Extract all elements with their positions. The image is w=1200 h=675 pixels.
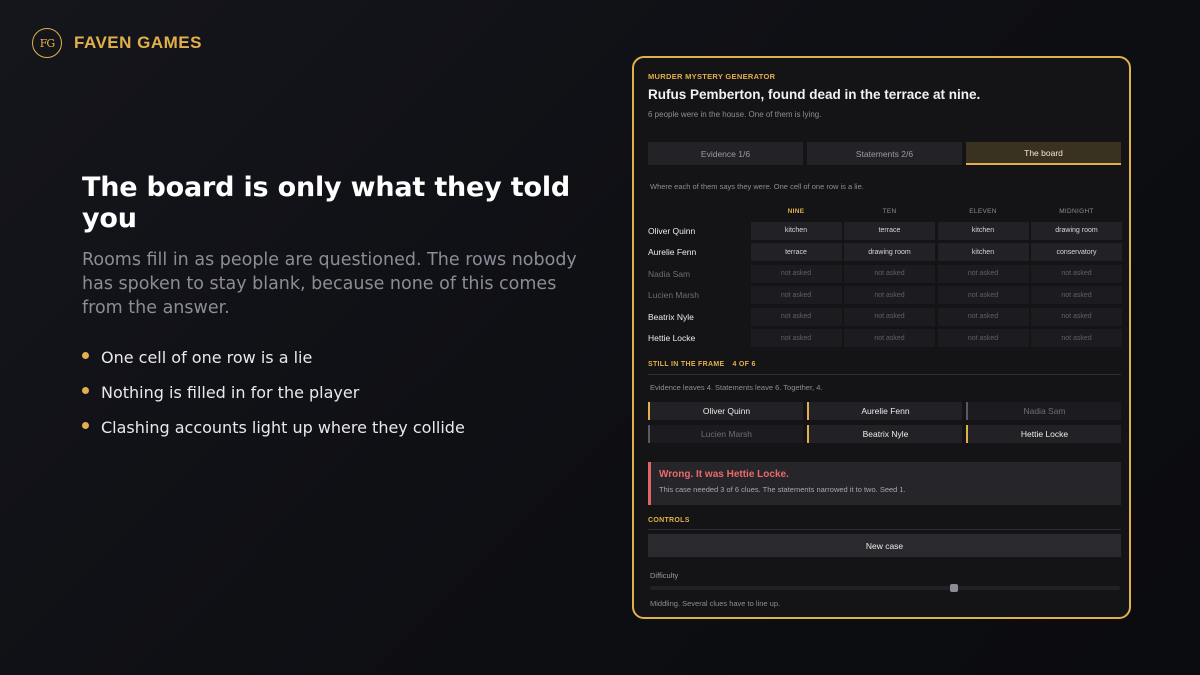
row-person-name: Nadia Sam — [648, 268, 691, 279]
board-row: Beatrix Nyle not asked not asked not ask… — [648, 307, 1122, 326]
board-cell[interactable]: drawing room — [844, 243, 935, 261]
frame-heading-label: STILL IN THE FRAME — [648, 361, 725, 368]
bullet-dot-icon — [82, 387, 89, 394]
suspect-button[interactable]: Oliver Quinn — [648, 402, 803, 420]
difficulty-slider[interactable] — [650, 584, 1120, 592]
board-cell[interactable]: terrace — [844, 221, 935, 240]
column-header: TEN — [882, 207, 897, 215]
case-title: Rufus Pemberton, found dead in the terra… — [648, 87, 981, 102]
verdict-title: Wrong. It was Hettie Locke. — [659, 469, 789, 480]
board-row: Hettie Locke not asked not asked not ask… — [648, 329, 1122, 347]
suspect-button[interactable]: Hettie Locke — [966, 425, 1121, 443]
board-cell[interactable]: not asked — [844, 307, 935, 326]
row-person-name: Hettie Locke — [648, 333, 696, 343]
board-cell[interactable]: kitchen — [937, 243, 1029, 261]
suspect-grid: Oliver Quinn Aurelie Fenn Nadia Sam Luci… — [648, 402, 1121, 443]
board-cell[interactable]: not asked — [937, 329, 1029, 347]
board-row: Oliver Quinn kitchen terrace kitchen dra… — [648, 221, 1122, 240]
faven-games-logo-icon: FG — [32, 28, 62, 58]
board-cell[interactable]: not asked — [750, 264, 842, 283]
app-eyebrow: MURDER MYSTERY GENERATOR — [648, 72, 776, 81]
tab-bar: Evidence 1/6 Statements 2/6 The board — [648, 142, 1121, 165]
row-person-name: Beatrix Nyle — [648, 311, 694, 322]
bullet-text: Nothing is filled in for the player — [101, 383, 360, 402]
board-cell[interactable]: drawing room — [1031, 221, 1122, 240]
board-cell[interactable]: not asked — [1031, 264, 1122, 283]
row-person-name: Oliver Quinn — [648, 225, 696, 236]
headline: The board is only what they told you — [82, 172, 571, 234]
board-cell[interactable]: not asked — [1031, 307, 1122, 326]
board-cell[interactable]: not asked — [937, 286, 1029, 304]
board-cell[interactable]: not asked — [844, 329, 935, 347]
bullet-text: One cell of one row is a lie — [101, 348, 313, 367]
tab-evidence[interactable]: Evidence 1/6 — [648, 142, 803, 165]
brand: FG FAVEN GAMES — [32, 28, 202, 58]
board-cell[interactable]: not asked — [937, 264, 1029, 283]
board-cell[interactable]: not asked — [750, 286, 842, 304]
board-cell[interactable]: not asked — [937, 307, 1029, 326]
row-person-name: Lucien Marsh — [648, 290, 700, 300]
bullet-item: Clashing accounts light up where they co… — [82, 410, 602, 445]
verdict-banner: Wrong. It was Hettie Locke. This case ne… — [648, 462, 1121, 505]
board-cell[interactable]: not asked — [750, 329, 842, 347]
bullet-item: Nothing is filled in for the player — [82, 375, 602, 410]
verdict-detail: This case needed 3 of 6 clues. The state… — [659, 485, 906, 494]
controls-heading: CONTROLS — [648, 517, 1121, 530]
board-cell[interactable]: not asked — [750, 307, 842, 326]
board-cell[interactable]: not asked — [1031, 329, 1122, 347]
bullet-item: One cell of one row is a lie — [82, 340, 602, 375]
column-header: ELEVEN — [969, 207, 997, 215]
difficulty-note: Middling. Several clues have to line up. — [650, 599, 781, 608]
suspect-button[interactable]: Nadia Sam — [966, 402, 1121, 420]
bullet-list: One cell of one row is a lie Nothing is … — [82, 340, 602, 445]
board-header-row: NINE TEN ELEVEN MIDNIGHT — [648, 204, 1122, 218]
difficulty-label: Difficulty — [650, 571, 679, 580]
board-cell[interactable]: not asked — [844, 286, 935, 304]
suspect-button[interactable]: Aurelie Fenn — [807, 402, 962, 420]
board-cell[interactable]: not asked — [1031, 286, 1122, 304]
bullet-dot-icon — [82, 422, 89, 429]
board-row: Lucien Marsh not asked not asked not ask… — [648, 286, 1122, 304]
board-row: Nadia Sam not asked not asked not asked … — [648, 264, 1122, 283]
board-grid: NINE TEN ELEVEN MIDNIGHT Oliver Quinn ki… — [648, 204, 1122, 347]
suspect-button[interactable]: Lucien Marsh — [648, 425, 803, 443]
board-cell[interactable]: terrace — [750, 243, 842, 261]
bullet-text: Clashing accounts light up where they co… — [101, 418, 465, 437]
mystery-app-panel: MURDER MYSTERY GENERATOR Rufus Pemberton… — [632, 56, 1131, 619]
board-cell[interactable]: kitchen — [937, 221, 1029, 240]
difficulty-slider-handle[interactable] — [950, 584, 958, 592]
frame-count: 4 OF 6 — [732, 361, 756, 368]
tab-statements[interactable]: Statements 2/6 — [807, 142, 962, 165]
feature-copy: The board is only what they told you Roo… — [82, 172, 602, 445]
frame-note: Evidence leaves 4. Statements leave 6. T… — [650, 383, 823, 392]
column-header: NINE — [787, 207, 805, 215]
brand-name: FAVEN GAMES — [74, 33, 202, 52]
board-note: Where each of them says they were. One c… — [650, 182, 864, 191]
frame-heading: STILL IN THE FRAME 4 OF 6 — [648, 361, 1121, 375]
suspect-button[interactable]: Beatrix Nyle — [807, 425, 962, 443]
case-lede: 6 people were in the house. One of them … — [648, 110, 822, 119]
row-person-name: Aurelie Fenn — [648, 247, 697, 257]
subhead: Rooms fill in as people are questioned. … — [82, 250, 577, 318]
board-cell[interactable]: conservatory — [1031, 243, 1122, 261]
column-header: MIDNIGHT — [1059, 207, 1094, 215]
board-row: Aurelie Fenn terrace drawing room kitche… — [648, 243, 1122, 261]
tab-the-board[interactable]: The board — [966, 142, 1121, 165]
new-case-button[interactable]: New case — [648, 534, 1121, 557]
board-cell[interactable]: kitchen — [750, 221, 842, 240]
board-cell[interactable]: not asked — [844, 264, 935, 283]
bullet-dot-icon — [82, 352, 89, 359]
